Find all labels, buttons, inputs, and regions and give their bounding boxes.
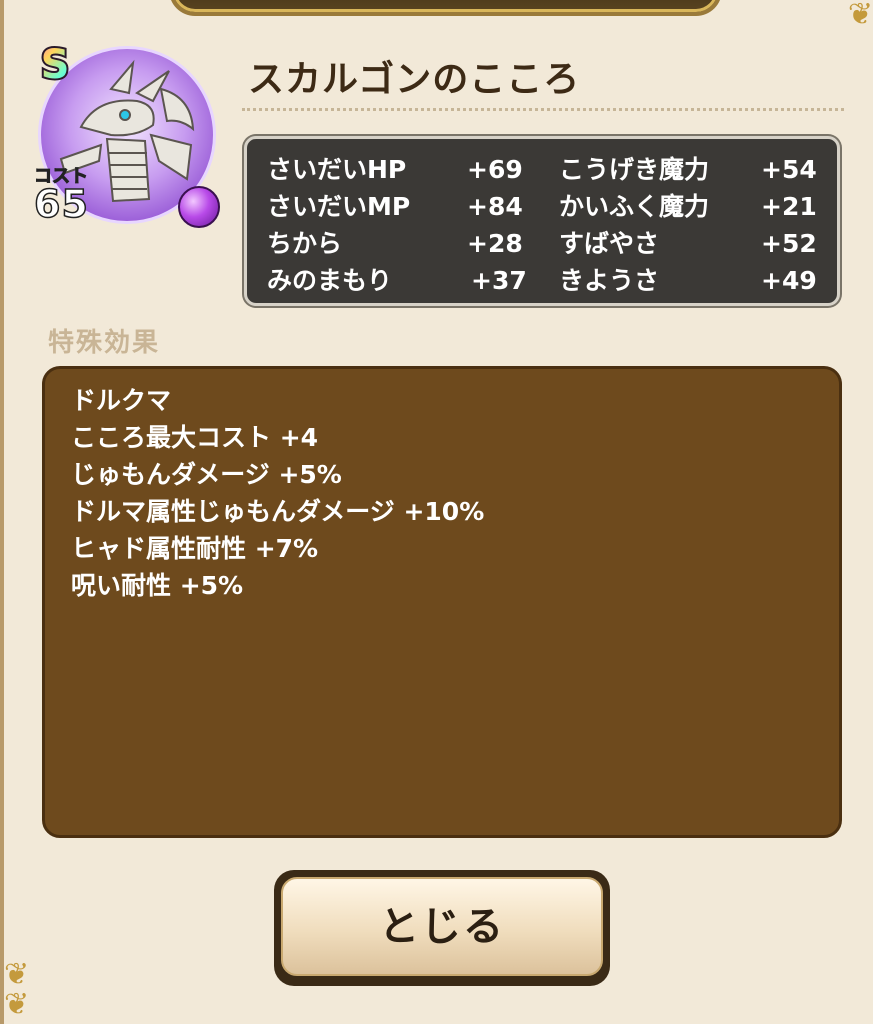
special-effects-label: 特殊効果 xyxy=(48,328,161,358)
rank-badge: S xyxy=(32,42,78,88)
stat-value: +37 xyxy=(471,266,527,295)
stat-value: +54 xyxy=(761,155,817,184)
stat-name: こうげき魔力 xyxy=(559,155,710,184)
stat-name: かいふく魔力 xyxy=(559,192,710,221)
stat-row: さいだいHP +69 こうげき魔力 +54 xyxy=(247,151,843,188)
stat-value: +49 xyxy=(761,266,817,295)
effect-line: ドルクマ xyxy=(71,386,172,415)
effect-line: ドルマ属性じゅもんダメージ +10% xyxy=(71,497,485,526)
effect-line: じゅもんダメージ +5% xyxy=(71,460,342,489)
close-button[interactable]: とじる xyxy=(274,870,610,986)
special-effects-box[interactable]: ドルクマ こころ最大コスト +4 じゅもんダメージ +5% ドルマ属性じゅもんダ… xyxy=(42,366,842,838)
effect-line: ヒャド属性耐性 +7% xyxy=(71,534,319,563)
stat-name: ちから xyxy=(267,229,343,258)
stat-name: さいだいMP xyxy=(267,192,411,221)
stat-value: +21 xyxy=(761,192,817,221)
stat-name: すばやさ xyxy=(559,229,660,258)
title-divider xyxy=(242,108,844,111)
stat-name: きようさ xyxy=(559,266,660,295)
detail-panel: ❦ ❦❦ S S xyxy=(0,0,873,1024)
close-button-label: とじる xyxy=(379,904,505,950)
stat-row: ちから +28 すばやさ +52 xyxy=(247,225,843,262)
close-button-face: とじる xyxy=(281,877,603,976)
purple-orb-icon xyxy=(178,186,220,228)
corner-ornament-icon: ❦ ❦ xyxy=(4,957,30,1022)
effect-line: こころ最大コスト +4 xyxy=(71,423,319,452)
corner-ornament-icon: ❦ xyxy=(847,0,873,32)
stat-value: +84 xyxy=(467,192,523,221)
stat-row: みのまもり +37 きようさ +49 xyxy=(247,262,843,299)
stat-value: +52 xyxy=(761,229,817,258)
stat-row: さいだいMP +84 かいふく魔力 +21 xyxy=(247,188,843,225)
monster-icon: S S コスト 65 xyxy=(32,40,222,232)
stat-value: +28 xyxy=(467,229,523,258)
stat-value: +69 xyxy=(467,155,523,184)
stats-table: さいだいHP +69 こうげき魔力 +54 さいだいMP +84 かいふく魔力 … xyxy=(244,136,840,306)
item-title: スカルゴンのこころ xyxy=(248,59,581,100)
effect-line: 呪い耐性 +5% xyxy=(71,571,244,600)
stat-name: さいだいHP xyxy=(267,155,407,184)
stat-name: みのまもり xyxy=(267,266,393,295)
cost-value: 65 xyxy=(33,181,89,227)
top-frame-ornament xyxy=(169,0,722,16)
